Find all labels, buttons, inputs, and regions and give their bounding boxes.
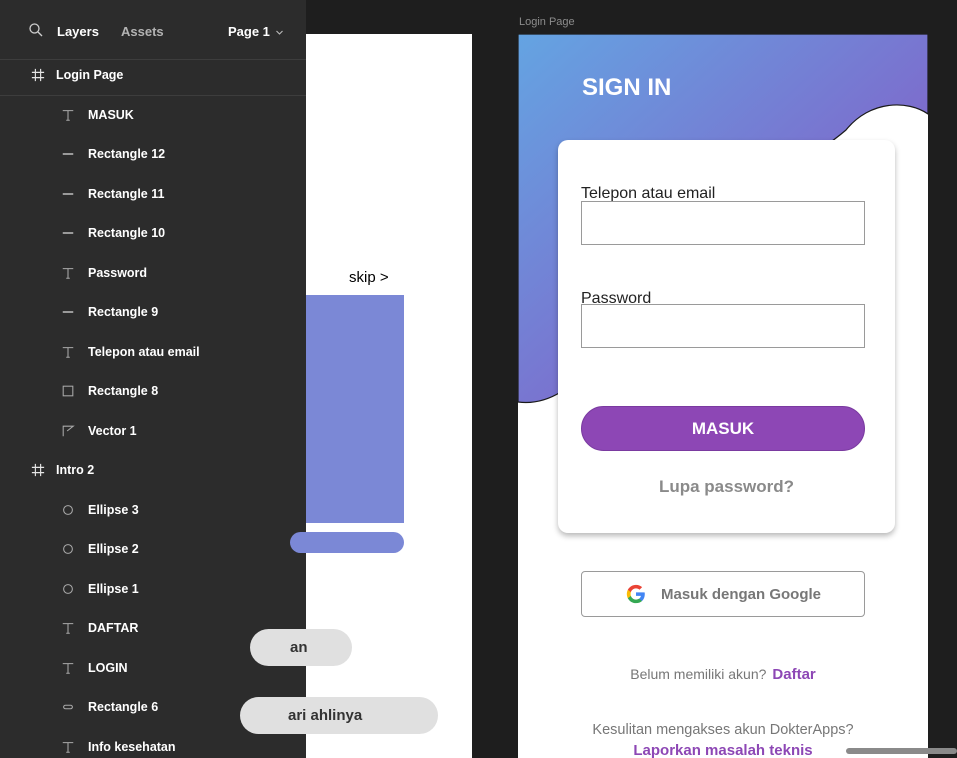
horizontal-scrollbar[interactable] [846, 748, 957, 754]
line-icon [60, 304, 76, 320]
layer-label: Rectangle 8 [88, 384, 159, 398]
panel-header: Layers Assets Page 1 [0, 0, 306, 60]
rounded-rect-icon [60, 699, 76, 715]
layer-row[interactable]: Rectangle 8 [0, 371, 306, 411]
intro-illustration-rect[interactable] [306, 295, 404, 523]
layer-label: Rectangle 9 [88, 305, 159, 319]
layer-label: Rectangle 10 [88, 226, 166, 240]
layer-row[interactable]: Telepon atau email [0, 332, 306, 372]
signup-prompt-text: Belum memiliki akun? [630, 666, 767, 682]
search-icon[interactable] [28, 22, 44, 38]
intro-progress-bar[interactable] [290, 532, 404, 553]
google-signin-button[interactable]: Masuk dengan Google [581, 571, 865, 617]
ellipse-icon [60, 502, 76, 518]
layer-row[interactable]: Ellipse 2 [0, 529, 306, 569]
line-icon [60, 186, 76, 202]
login-page-frame[interactable]: SIGN IN Telepon atau email Password MASU… [518, 34, 928, 758]
layer-label: Intro 2 [56, 463, 95, 477]
layer-row[interactable]: Rectangle 10 [0, 213, 306, 253]
page-selector[interactable]: Page 1 [228, 24, 284, 40]
frame-icon [30, 462, 46, 478]
ellipse-icon [60, 541, 76, 557]
page-title: SIGN IN [582, 74, 672, 101]
layer-label: Info kesehatan [88, 739, 176, 754]
tab-assets[interactable]: Assets [121, 24, 164, 40]
layer-row[interactable]: Rectangle 11 [0, 174, 306, 214]
layer-label: LOGIN [88, 660, 128, 675]
text-icon [60, 620, 76, 636]
page-selector-label: Page 1 [228, 24, 270, 39]
layer-label: Rectangle 11 [88, 186, 165, 201]
line-icon [60, 146, 76, 162]
layer-label: Password [88, 265, 148, 280]
layer-label: Login Page [56, 68, 124, 82]
layer-label: Rectangle 6 [88, 700, 159, 714]
text-icon [60, 265, 76, 281]
skip-text[interactable]: skip > [349, 269, 389, 287]
text-icon [60, 739, 76, 755]
intro-pill-login-label: an [290, 639, 308, 656]
google-icon [626, 584, 645, 604]
line-icon [60, 225, 76, 241]
google-signin-label: Masuk dengan Google [660, 585, 822, 603]
layer-row[interactable]: Vector 1 [0, 411, 306, 451]
layer-label: Telepon atau email [88, 344, 200, 359]
layer-frame-row[interactable]: Intro 2 [0, 450, 306, 490]
text-icon [60, 660, 76, 676]
ellipse-icon [60, 581, 76, 597]
rectangle-icon [60, 383, 76, 399]
intro-pill-info[interactable]: ari ahlinya [240, 697, 438, 734]
layer-label: MASUK [88, 107, 134, 122]
frame-icon [30, 67, 46, 83]
text-icon [60, 107, 76, 123]
layer-label: Vector 1 [88, 423, 137, 438]
frame-label[interactable]: Login Page [519, 16, 575, 29]
password-field[interactable] [581, 304, 865, 348]
layer-row[interactable]: Password [0, 253, 306, 293]
layer-row[interactable]: Rectangle 9 [0, 292, 306, 332]
masuk-button[interactable]: MASUK [581, 406, 865, 451]
layer-label: Ellipse 2 [88, 542, 139, 556]
forgot-password-link[interactable]: Lupa password? [558, 477, 895, 497]
layer-row[interactable]: Ellipse 1 [0, 569, 306, 609]
layer-label: Rectangle 12 [88, 147, 166, 161]
chevron-down-icon [276, 30, 283, 35]
layer-row[interactable]: Ellipse 3 [0, 490, 306, 530]
layer-label: DAFTAR [88, 621, 139, 635]
signup-prompt: Belum memiliki akun? Daftar [518, 666, 928, 683]
layer-row[interactable]: Rectangle 12 [0, 134, 306, 174]
text-icon [60, 344, 76, 360]
intro-pill-login[interactable]: an [250, 629, 352, 666]
layer-label: Ellipse 1 [88, 581, 139, 596]
vector-icon [60, 423, 76, 439]
help-text: Kesulitan mengakses akun DokterApps? [592, 722, 854, 738]
tab-layers[interactable]: Layers [57, 24, 99, 40]
email-field[interactable] [581, 201, 865, 245]
login-card: Telepon atau email Password MASUK Lupa p… [558, 140, 895, 533]
signup-link[interactable]: Daftar [772, 666, 815, 683]
intro-pill-info-label: ari ahlinya [288, 707, 363, 724]
layer-label: Ellipse 3 [88, 502, 139, 517]
layer-frame-row[interactable]: Login Page [0, 55, 306, 95]
layer-row[interactable]: MASUK [0, 95, 306, 135]
